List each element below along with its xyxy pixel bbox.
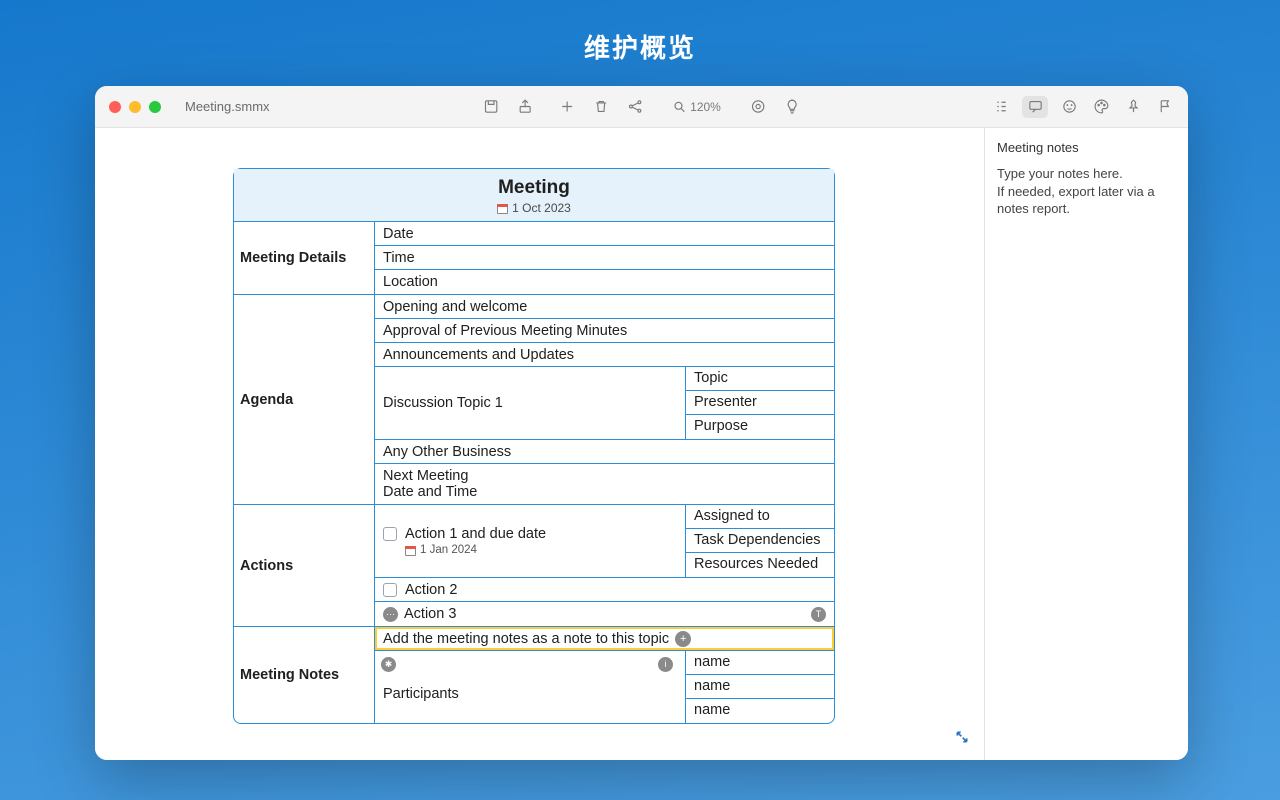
topic-meeting[interactable]: Meeting 1 Oct 2023 [234,169,834,222]
add-child-icon[interactable]: + [675,631,691,647]
meeting-date: 1 Oct 2023 [234,201,834,215]
lightbulb-icon[interactable] [781,96,803,118]
action-3[interactable]: ···Action 3T [375,602,834,626]
participant-name[interactable]: name [686,651,834,675]
discussion-topic[interactable]: Topic [686,367,834,391]
add-icon[interactable] [556,96,578,118]
target-icon[interactable] [747,96,769,118]
agenda-next-meeting[interactable]: Next Meeting Date and Time [375,464,834,504]
agenda-discussion-topic[interactable]: Discussion Topic 1 [375,367,686,439]
detail-time[interactable]: Time [375,246,834,270]
calendar-icon [497,203,508,214]
participant-name[interactable]: name [686,699,834,723]
notes-instruction[interactable]: Add the meeting notes as a note to this … [375,627,834,651]
save-icon[interactable] [480,96,502,118]
detail-date[interactable]: Date [375,222,834,246]
section-agenda[interactable]: Agenda [234,295,375,504]
palette-icon[interactable] [1090,96,1112,118]
participants[interactable]: ✱ i Participants [375,651,686,723]
notes-sidebar: Meeting notes Type your notes here. If n… [984,128,1188,760]
checkbox-icon[interactable] [383,583,397,597]
action-dependencies[interactable]: Task Dependencies [686,529,834,553]
canvas[interactable]: Meeting 1 Oct 2023 Meeting Details Date … [95,128,984,760]
zoom-control[interactable]: 120% [666,98,727,116]
agenda-aob[interactable]: Any Other Business [375,440,834,464]
resize-arrow-icon[interactable] [954,729,970,750]
emoji-icon[interactable] [1058,96,1080,118]
titlebar: Meeting.smmx 120% [95,86,1188,128]
app-window: Meeting.smmx 120% [95,86,1188,760]
section-meeting-notes[interactable]: Meeting Notes [234,627,375,723]
action-1-date: 1 Jan 2024 [383,544,677,556]
section-actions[interactable]: Actions [234,505,375,626]
agenda-opening[interactable]: Opening and welcome [375,295,834,319]
action-1[interactable]: Action 1 and due date 1 Jan 2024 [375,505,686,577]
asterisk-badge-icon: ✱ [381,657,396,672]
action-2[interactable]: Action 2 [375,578,834,602]
info-badge-icon: i [658,657,673,672]
text-badge-icon: T [811,607,826,622]
comment-badge-icon: ··· [383,607,398,622]
detail-location[interactable]: Location [375,270,834,294]
close-window-button[interactable] [109,101,121,113]
flag-icon[interactable] [1154,96,1176,118]
meeting-title: Meeting [234,177,834,199]
notes-sidebar-title: Meeting notes [997,140,1176,155]
agenda-approval[interactable]: Approval of Previous Meeting Minutes [375,319,834,343]
trash-icon[interactable] [590,96,612,118]
checkbox-icon[interactable] [383,527,397,541]
action-assigned-to[interactable]: Assigned to [686,505,834,529]
discussion-purpose[interactable]: Purpose [686,415,834,439]
notes-panel-icon[interactable] [1022,96,1048,118]
section-meeting-details[interactable]: Meeting Details [234,222,375,294]
outline-icon[interactable] [990,96,1012,118]
minimize-window-button[interactable] [129,101,141,113]
agenda-announcements[interactable]: Announcements and Updates [375,343,834,367]
page-title: 维护概览 [0,0,1280,65]
action-resources[interactable]: Resources Needed [686,553,834,577]
calendar-icon [405,545,416,556]
notes-sidebar-body[interactable]: Type your notes here. If needed, export … [997,165,1176,218]
share-icon[interactable] [514,96,536,118]
link-share-icon[interactable] [624,96,646,118]
document-filename: Meeting.smmx [185,99,270,114]
discussion-presenter[interactable]: Presenter [686,391,834,415]
mindmap-root[interactable]: Meeting 1 Oct 2023 Meeting Details Date … [233,168,835,724]
zoom-value: 120% [690,100,721,114]
participant-name[interactable]: name [686,675,834,699]
pin-icon[interactable] [1122,96,1144,118]
fullscreen-window-button[interactable] [149,101,161,113]
